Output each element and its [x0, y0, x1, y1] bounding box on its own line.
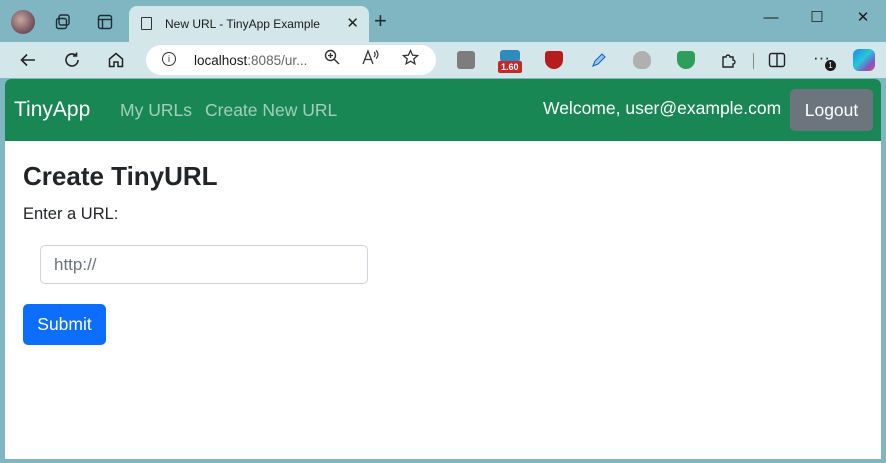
avatar-image — [11, 10, 35, 34]
top-navbar: TinyApp My URLs Create New URL Welcome, … — [5, 79, 881, 141]
url-input-label: Enter a URL: — [23, 205, 119, 223]
refresh-icon — [65, 52, 79, 67]
logout-button[interactable]: Logout — [790, 89, 873, 131]
workspaces-svg — [55, 14, 70, 30]
page-icon — [141, 17, 152, 30]
extension-sqlite-icon[interactable] — [457, 51, 475, 69]
toolbar-separator — [753, 53, 754, 69]
pen-extension-icon[interactable] — [590, 51, 608, 69]
shield-extension-icon[interactable] — [677, 51, 695, 69]
address-url[interactable]: localhost:8085/ur... — [194, 53, 307, 68]
close-window-button[interactable]: ✕ — [840, 4, 886, 30]
tab-actions-svg — [97, 14, 113, 30]
read-aloud-icon[interactable] — [362, 49, 380, 68]
split-screen-icon[interactable] — [768, 51, 786, 69]
extension-badge: 1.60 — [498, 61, 522, 73]
browser-toolbar: i localhost:8085/ur... 1.60 ··· 1 — [0, 42, 886, 78]
cloud-extension-icon[interactable] — [633, 51, 651, 69]
pen-svg — [592, 53, 606, 67]
nav-link-my-urls[interactable]: My URLs — [120, 100, 192, 121]
zoom-svg — [324, 49, 340, 65]
back-arrow-icon — [20, 53, 35, 67]
copilot-icon[interactable] — [853, 49, 875, 71]
maximize-button[interactable]: ☐ — [794, 4, 840, 30]
workspaces-icon[interactable] — [50, 9, 76, 35]
page-viewport: TinyApp My URLs Create New URL Welcome, … — [5, 79, 881, 459]
tab-close-icon[interactable]: ✕ — [346, 14, 359, 32]
puzzle-svg — [722, 54, 736, 68]
extensions-puzzle-icon[interactable] — [720, 51, 738, 69]
minimize-button[interactable]: — — [748, 4, 794, 30]
back-button[interactable] — [14, 46, 42, 74]
url-rest: :8085/ur... — [247, 53, 308, 68]
navbar-brand[interactable]: TinyApp — [14, 98, 90, 122]
read-aloud-svg — [362, 49, 379, 65]
address-bar[interactable]: i localhost:8085/ur... — [146, 45, 436, 75]
tab-strip: New URL - TinyApp Example ✕ + — ☐ ✕ — [0, 0, 886, 42]
browser-window: New URL - TinyApp Example ✕ + — ☐ ✕ i lo… — [0, 0, 886, 463]
zoom-icon[interactable] — [324, 49, 340, 68]
long-url-input[interactable] — [40, 245, 368, 284]
nav-link-create-new-url[interactable]: Create New URL — [205, 100, 337, 121]
split-screen-svg — [768, 52, 786, 68]
home-button[interactable] — [102, 46, 130, 74]
tab-title: New URL - TinyApp Example — [165, 17, 320, 31]
refresh-button[interactable] — [58, 46, 86, 74]
home-icon — [108, 52, 124, 68]
ublock-icon[interactable] — [545, 51, 563, 69]
browser-tab-active[interactable]: New URL - TinyApp Example ✕ — [129, 6, 369, 42]
tab-actions-icon[interactable] — [92, 9, 118, 35]
notification-badge: 1 — [825, 60, 836, 71]
page-title: Create TinyURL — [23, 161, 218, 191]
url-host: localhost — [194, 53, 248, 68]
profile-avatar[interactable] — [10, 9, 36, 35]
star-svg — [401, 48, 420, 66]
welcome-text: Welcome, user@example.com — [543, 98, 782, 118]
new-tab-button[interactable]: + — [374, 10, 387, 32]
favorite-star-icon[interactable] — [401, 48, 420, 69]
site-info-icon[interactable]: i — [162, 52, 176, 66]
submit-button[interactable]: Submit — [23, 304, 106, 345]
